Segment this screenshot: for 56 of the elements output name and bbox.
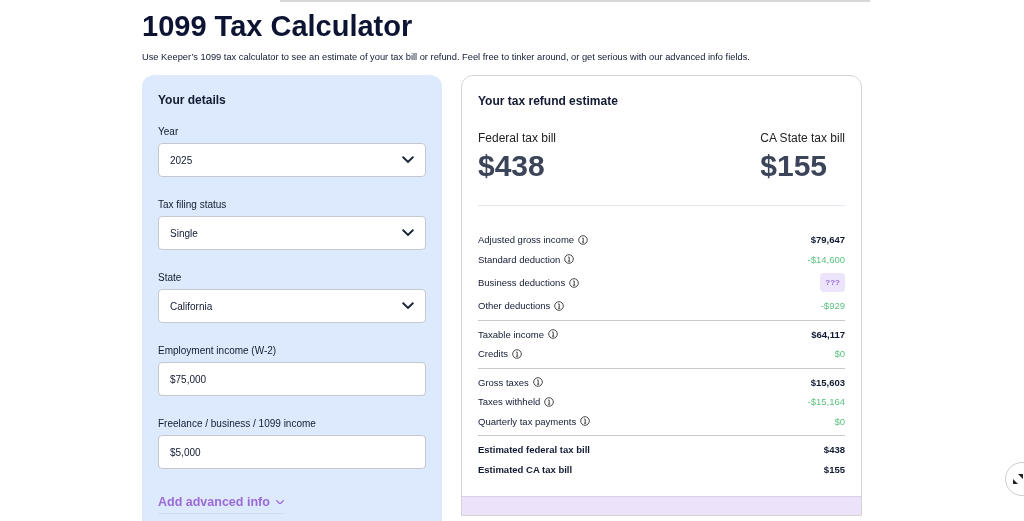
row-value: $0 (834, 348, 845, 360)
panel-heading: Your details (158, 93, 227, 107)
row-value: $15,603 (810, 376, 845, 388)
info-icon[interactable] (512, 348, 523, 359)
row-label: Standard deduction (478, 253, 561, 265)
chevron-down-icon (402, 156, 414, 164)
chevron-down-icon (402, 302, 414, 310)
info-icon[interactable] (580, 416, 591, 427)
dropdown[interactable]: 2025 (158, 143, 426, 177)
field-label: Employment income (W-2) (158, 345, 278, 356)
input-field[interactable]: $5,000 (158, 435, 426, 469)
row-label: Credits (478, 348, 509, 360)
field-label: State (158, 272, 183, 283)
field-label: Year (158, 126, 180, 137)
row-label: Taxable income (478, 328, 544, 340)
info-icon[interactable] (554, 300, 565, 311)
row-label: Business deductions (478, 277, 566, 288)
page-title: 1099 Tax Calculator (142, 9, 414, 43)
info-icon[interactable] (564, 254, 575, 265)
info-icon[interactable] (569, 277, 580, 288)
field-label: Freelance / business / 1099 income (158, 418, 317, 429)
row-label: Adjusted gross income (478, 234, 575, 246)
row-value: $64,117 (811, 328, 845, 340)
row-value: $438 (823, 444, 845, 456)
panel-heading: Your tax refund estimate (478, 94, 619, 108)
dropdown[interactable]: California (158, 289, 426, 323)
dropdown-value: 2025 (170, 154, 193, 166)
info-icon[interactable] (544, 396, 555, 407)
row-value: $155 (823, 463, 845, 475)
diagonal-arrows-icon (1012, 473, 1024, 485)
row-label: Estimated CA tax bill (478, 463, 573, 475)
row-value: -$15,164 (807, 396, 845, 408)
info-icon[interactable] (578, 234, 589, 245)
field-label: Tax filing status (158, 199, 228, 210)
chevron-down-icon (275, 499, 284, 505)
row-label: Taxes withheld (478, 396, 541, 408)
input-field[interactable]: $75,000 (158, 362, 426, 396)
info-icon[interactable] (548, 329, 558, 340)
dropdown[interactable]: Single (158, 216, 426, 250)
row-label: Other deductions (478, 300, 551, 312)
info-icon[interactable] (532, 377, 543, 388)
row-value: $0 (834, 415, 845, 427)
row-label: Gross taxes (478, 376, 529, 388)
bill-amount: $438 (478, 149, 546, 183)
dropdown-value: Single (170, 227, 198, 239)
row-value: -$929 (820, 300, 845, 312)
bill-amount: $155 (760, 149, 829, 183)
row-label: Estimated federal tax bill (478, 444, 590, 456)
bill-label: CA State tax bill (760, 131, 845, 145)
row-value: -$14,600 (807, 253, 845, 265)
chevron-down-icon (402, 229, 414, 237)
row-value: $79,647 (810, 234, 845, 246)
dropdown-value: California (170, 300, 213, 312)
row-label: Quarterly tax payments (478, 415, 577, 427)
bill-label: Federal tax bill (478, 131, 557, 145)
intro-text: Use Keeper’s 1099 tax calculator to see an estimate of your tax bill or refund. Feel free to tinker around, or get serious with our advanced info fields. (142, 51, 751, 63)
